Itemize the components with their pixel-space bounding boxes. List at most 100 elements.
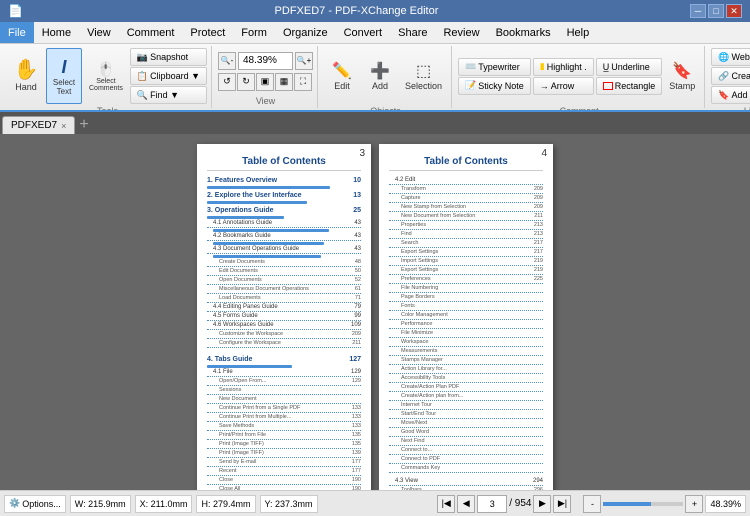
zoom-value: 48.39% — [243, 55, 277, 66]
page-sep: / 954 — [509, 498, 531, 509]
first-page-button[interactable]: |◀ — [437, 495, 455, 513]
new-tab-button[interactable]: + — [75, 116, 92, 134]
sticky-note-icon: 📝 — [465, 80, 476, 91]
layout-single-button[interactable]: ▣ — [256, 73, 274, 91]
select-comments-icon: 🖱️ — [97, 61, 114, 78]
add-button[interactable]: ➕ Add — [362, 48, 398, 104]
add-bookmark-icon: 🔖 — [718, 90, 729, 101]
add-bookmark-button[interactable]: 🔖 Add Bookmark — [711, 86, 750, 104]
create-link-label: Create Link — [732, 71, 750, 81]
highlight-icon: ▮ — [540, 61, 545, 72]
page-left-title: Table of Contents — [207, 156, 361, 171]
rotate-left-button[interactable]: ↺ — [218, 73, 236, 91]
page-right-title: Table of Contents — [389, 156, 543, 171]
ribbon-group-view: 🔍- 48.39% 🔍+ ↺ ↻ ▣ ▦ ⛶ View — [214, 46, 318, 108]
edit-label: Edit — [334, 81, 350, 91]
toc-sub-open: Open Documents52 — [207, 277, 361, 285]
sticky-note-button[interactable]: 📝 Sticky Note — [458, 77, 531, 95]
menu-home[interactable]: Home — [34, 22, 79, 43]
toc-sub-44: 4.4 Editing Panes Guide79 — [207, 304, 361, 312]
menu-review[interactable]: Review — [435, 22, 487, 43]
underline-button[interactable]: U̲ Underline — [596, 58, 663, 76]
menu-bookmarks[interactable]: Bookmarks — [488, 22, 559, 43]
toc-sub-46: 4.6 Workspaces Guide109 — [207, 322, 361, 330]
menu-help[interactable]: Help — [559, 22, 598, 43]
menu-view[interactable]: View — [79, 22, 119, 43]
toc-sub-41: 4.1 Annotations Guide43 — [207, 220, 361, 228]
rotate-right-button[interactable]: ↻ — [237, 73, 255, 91]
sticky-note-label: Sticky Note — [478, 81, 524, 91]
toc-right-42: 4.2 Edit — [389, 177, 543, 185]
typewriter-button[interactable]: ⌨️ Typewriter — [458, 58, 531, 76]
close-button[interactable]: ✕ — [726, 4, 742, 18]
zoom-slider-fill — [603, 502, 651, 506]
tab-close-button[interactable]: × — [61, 121, 66, 131]
toc-sub-cust: Customize the Workspace209 — [207, 331, 361, 339]
typewriter-icon: ⌨️ — [465, 61, 476, 72]
zoom-out-status-button[interactable]: - — [583, 495, 601, 513]
ribbon-group-comment: ⌨️ Typewriter 📝 Sticky Note ▮ Highlight … — [454, 46, 705, 108]
toc-sub-43: 4.3 Document Operations Guide43 — [207, 246, 361, 254]
menu-form[interactable]: Form — [233, 22, 275, 43]
edit-button[interactable]: ✏️ Edit — [324, 48, 360, 104]
next-page-button[interactable]: ▶ — [533, 495, 551, 513]
clipboard-button[interactable]: 📋 Clipboard ▼ — [130, 67, 207, 85]
coords-h: H: 279.4mm — [196, 495, 255, 513]
selection-button[interactable]: ⬚ Selection — [400, 48, 447, 104]
prev-page-button[interactable]: ◀ — [457, 495, 475, 513]
find-label: Find ▼ — [150, 90, 179, 100]
create-link-button[interactable]: 🔗 Create Link — [711, 67, 750, 85]
find-button[interactable]: 🔍 Find ▼ — [130, 86, 207, 104]
toc-sub-file: 4.1 File129 — [207, 369, 361, 377]
rectangle-button[interactable]: Rectangle — [596, 77, 663, 95]
window-title: PDFXED7 - PDF-XChange Editor — [23, 5, 690, 17]
zoom-slider[interactable] — [603, 502, 683, 506]
rectangle-label: Rectangle — [615, 81, 656, 91]
snapshot-button[interactable]: 📷 Snapshot — [130, 48, 207, 66]
arrow-label: Arrow — [551, 81, 575, 91]
stamp-button[interactable]: 🔖 Stamp — [664, 48, 700, 104]
snapshot-icon: 📷 — [137, 52, 148, 63]
last-page-button[interactable]: ▶| — [553, 495, 571, 513]
options-button[interactable]: ⚙️ Options... — [4, 495, 66, 513]
select-comments-button[interactable]: 🖱️ SelectComments — [84, 48, 128, 104]
title-bar: 📄 PDFXED7 - PDF-XChange Editor ─ □ ✕ — [0, 0, 750, 22]
edit-icon: ✏️ — [332, 61, 352, 81]
layout-double-button[interactable]: ▦ — [275, 73, 293, 91]
toc-sub-42: 4.2 Bookmarks Guide43 — [207, 233, 361, 241]
page-right-number: 4 — [541, 148, 547, 159]
tab-bar: PDFXED7 × + — [0, 112, 750, 134]
menu-file[interactable]: File — [0, 22, 34, 43]
arrow-icon: → — [540, 81, 549, 91]
zoom-out-button[interactable]: 🔍- — [218, 52, 236, 70]
minimize-button[interactable]: ─ — [690, 4, 706, 18]
menu-convert[interactable]: Convert — [336, 22, 391, 43]
arrow-button[interactable]: → Arrow — [533, 77, 594, 95]
page-input[interactable] — [477, 495, 507, 513]
ribbon-group-objects: ✏️ Edit ➕ Add ⬚ Selection Objects — [320, 46, 452, 108]
toc-section-4: 4. Tabs Guide127 — [207, 356, 361, 364]
pages-container: 3 Table of Contents 1. Features Overview… — [197, 144, 553, 490]
select-text-icon: I — [61, 57, 66, 78]
tools-small-buttons: 📷 Snapshot 📋 Clipboard ▼ 🔍 Find ▼ — [130, 48, 207, 104]
document-tab[interactable]: PDFXED7 × — [2, 116, 75, 134]
toc-sub-45: 4.5 Forms Guide99 — [207, 313, 361, 321]
maximize-button[interactable]: □ — [708, 4, 724, 18]
menu-organize[interactable]: Organize — [275, 22, 336, 43]
menu-protect[interactable]: Protect — [182, 22, 233, 43]
web-links-button[interactable]: 🌐 Web Links ▼ — [711, 48, 750, 66]
hand-button[interactable]: ✋ Hand — [8, 48, 44, 104]
zoom-in-button[interactable]: 🔍+ — [295, 52, 313, 70]
add-bookmark-label: Add Bookmark — [732, 90, 750, 100]
full-screen-button[interactable]: ⛶ — [294, 73, 312, 91]
menu-comment[interactable]: Comment — [119, 22, 183, 43]
ribbon: ✋ Hand I SelectText 🖱️ SelectComments 📷 … — [0, 44, 750, 112]
select-comments-label: SelectComments — [89, 78, 123, 92]
zoom-in-status-button[interactable]: + — [685, 495, 703, 513]
stamp-icon: 🔖 — [672, 61, 692, 81]
toc-section-3: 3. Operations Guide25 — [207, 207, 361, 215]
highlight-button[interactable]: ▮ Highlight . — [533, 58, 594, 76]
select-text-button[interactable]: I SelectText — [46, 48, 82, 104]
selection-label: Selection — [405, 81, 442, 91]
menu-share[interactable]: Share — [390, 22, 435, 43]
